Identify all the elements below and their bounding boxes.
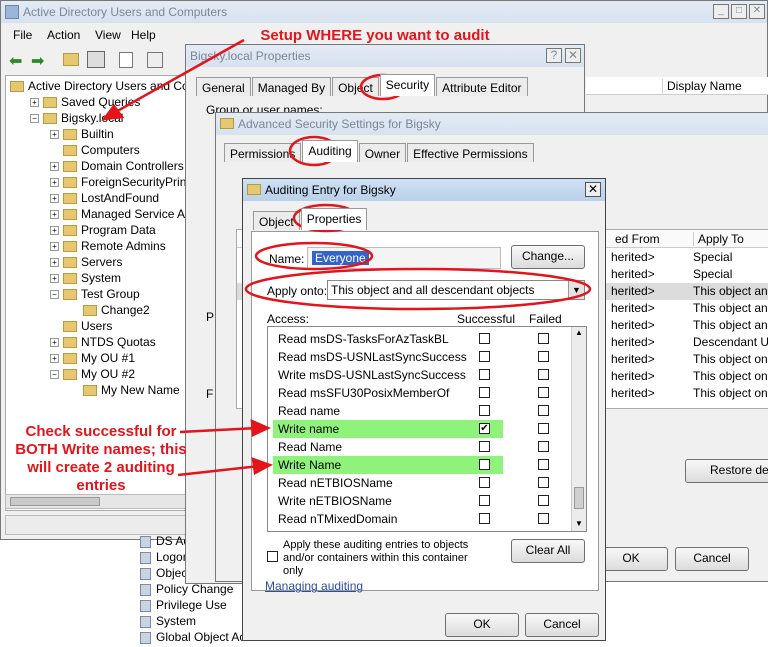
arrow-to-write-name-2-head — [251, 457, 274, 475]
tab-auditing[interactable]: Auditing — [302, 140, 358, 162]
tab-security[interactable]: Security — [379, 74, 436, 96]
arrow-to-domain — [111, 38, 245, 116]
arrow-to-write-name-1 — [179, 426, 259, 434]
annotation-overlay — [101, 38, 592, 477]
arrow-to-write-name-1-head — [250, 419, 272, 437]
circle-name — [254, 241, 374, 271]
circle-apply-onto — [244, 267, 592, 311]
tab-properties-audit[interactable]: Properties — [300, 208, 368, 230]
arrow-to-write-name-2 — [177, 464, 261, 477]
arrow-to-domain-head — [101, 103, 125, 121]
